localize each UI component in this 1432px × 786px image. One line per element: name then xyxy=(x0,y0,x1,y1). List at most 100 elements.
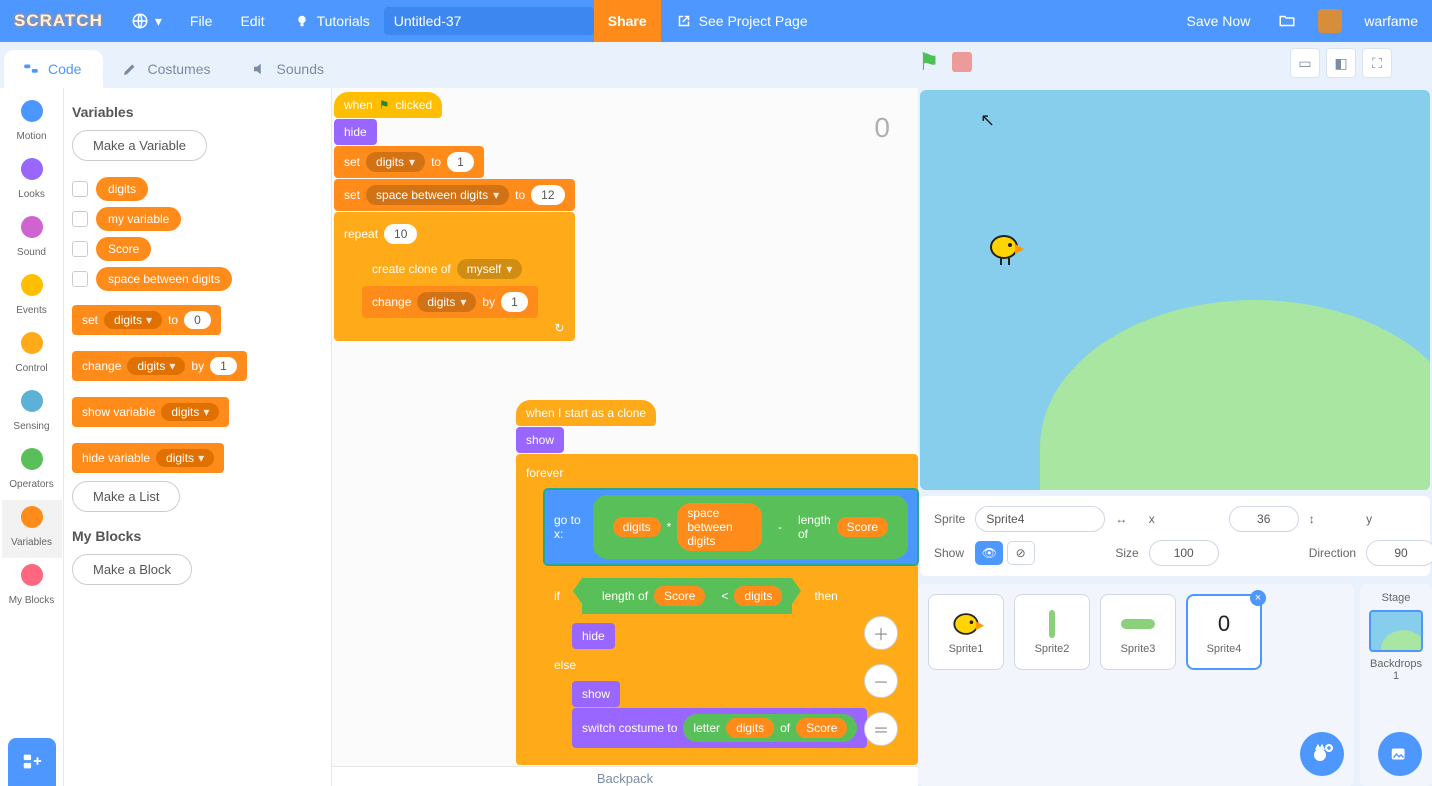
var-checkbox[interactable] xyxy=(72,181,88,197)
green-flag-icon[interactable]: ⚑ xyxy=(918,48,940,77)
var-reporter[interactable]: Score xyxy=(96,237,151,261)
op-subtract[interactable]: digits * space between digits - length o… xyxy=(593,495,908,559)
block-create-clone[interactable]: create clone ofmyself xyxy=(362,253,532,285)
var-checkbox[interactable] xyxy=(72,241,88,257)
block-hide-var[interactable]: hide variable digits xyxy=(72,443,224,473)
hide-button[interactable]: ⊘ xyxy=(1007,541,1035,565)
script-workspace[interactable]: 0 when ⚑ clicked hide setdigitsto1 setsp… xyxy=(332,88,918,786)
stop-icon[interactable] xyxy=(952,52,972,72)
file-menu[interactable]: File xyxy=(176,0,227,42)
stage[interactable]: ↖ xyxy=(920,90,1430,490)
cat-operators[interactable]: Operators xyxy=(2,442,62,500)
block-set-space[interactable]: setspace between digitsto12 xyxy=(334,179,575,211)
save-now[interactable]: Save Now xyxy=(1173,13,1265,29)
block-set-var[interactable]: set digits to 0 xyxy=(72,305,221,335)
image-plus-icon xyxy=(1389,743,1411,765)
sprite-card-4[interactable]: × 0 Sprite4 xyxy=(1186,594,1262,670)
zoom-in-button[interactable]: ＋ xyxy=(864,616,898,650)
stage-sprite-chick[interactable] xyxy=(990,235,1018,259)
external-icon xyxy=(675,12,693,30)
block-show[interactable]: show xyxy=(516,427,564,453)
cat-sensing[interactable]: Sensing xyxy=(2,384,62,442)
tab-sounds[interactable]: Sounds xyxy=(233,50,346,88)
block-if-else[interactable]: if length ofScore < digits then hide xyxy=(544,566,918,757)
share-button[interactable]: Share xyxy=(594,0,661,42)
cat-variables[interactable]: Variables xyxy=(2,500,62,558)
language-menu[interactable]: ▾ xyxy=(117,0,176,42)
palette-header-variables: Variables xyxy=(72,104,323,120)
var-reporter[interactable]: my variable xyxy=(96,207,181,231)
cat-control[interactable]: Control xyxy=(2,326,62,384)
block-hide[interactable]: hide xyxy=(334,119,377,145)
tab-code[interactable]: Code xyxy=(4,50,103,88)
backpack[interactable]: Backpack xyxy=(332,766,918,786)
make-variable-button[interactable]: Make a Variable xyxy=(72,130,207,161)
backdrop-thumb[interactable] xyxy=(1369,610,1423,652)
block-when-start-clone[interactable]: when I start as a clone xyxy=(516,400,656,426)
add-extension-button[interactable] xyxy=(8,738,56,786)
stage-full-button[interactable]: ⛶ xyxy=(1362,48,1392,78)
tab-costumes[interactable]: Costumes xyxy=(103,50,232,88)
make-block-button[interactable]: Make a Block xyxy=(72,554,192,585)
sprite-card-3[interactable]: Sprite3 xyxy=(1100,594,1176,670)
block-forever[interactable]: forever go to x: digits * space between … xyxy=(516,454,918,765)
block-hide2[interactable]: hide xyxy=(572,623,615,649)
zoom-reset-button[interactable]: ＝ xyxy=(864,712,898,746)
sprite-card-1[interactable]: Sprite1 xyxy=(928,594,1004,670)
script-2[interactable]: when I start as a clone show forever go … xyxy=(516,400,918,765)
var-row-score: Score xyxy=(72,237,323,261)
block-when-flag-clicked[interactable]: when ⚑ clicked xyxy=(334,92,442,118)
globe-icon xyxy=(131,12,149,30)
script-1[interactable]: when ⚑ clicked hide setdigitsto1 setspac… xyxy=(334,92,575,341)
user-avatar[interactable] xyxy=(1318,9,1342,33)
add-backdrop-button[interactable] xyxy=(1378,732,1422,776)
sprite-info: Sprite ↔ x ↕ y Show 👁 ⊘ Size Direction xyxy=(920,496,1430,576)
project-title-input[interactable] xyxy=(384,7,594,35)
stage-large-button[interactable]: ◧ xyxy=(1326,48,1356,78)
make-list-button[interactable]: Make a List xyxy=(72,481,180,512)
var-reporter[interactable]: digits xyxy=(96,177,148,201)
scratch-logo[interactable]: SCRATCH xyxy=(14,11,103,31)
var-checkbox[interactable] xyxy=(72,271,88,287)
cat-sound[interactable]: Sound xyxy=(2,210,62,268)
op-multiply[interactable]: digits * space between digits xyxy=(603,499,772,555)
direction-input[interactable] xyxy=(1366,540,1432,566)
var-checkbox[interactable] xyxy=(72,211,88,227)
block-show-var[interactable]: show variable digits xyxy=(72,397,229,427)
op-less-than[interactable]: length ofScore < digits xyxy=(582,578,792,614)
cat-myblocks[interactable]: My Blocks xyxy=(2,558,62,616)
block-switch-costume[interactable]: switch costume to letter digits of Score xyxy=(572,708,867,748)
var-reporter[interactable]: space between digits xyxy=(96,267,232,291)
stage-size-controls: ▭ ◧ ⛶ xyxy=(1290,48,1392,78)
op-letter-of[interactable]: letter digits of Score xyxy=(683,714,857,742)
zoom-out-button[interactable]: － xyxy=(864,664,898,698)
block-goto-x[interactable]: go to x: digits * space between digits -… xyxy=(544,489,918,565)
see-project-page[interactable]: See Project Page xyxy=(661,0,822,42)
menu-bar: SCRATCH ▾ File Edit Tutorials Share See … xyxy=(0,0,1432,42)
block-change-digits[interactable]: changedigitsby1 xyxy=(362,286,538,318)
cat-looks[interactable]: Looks xyxy=(2,152,62,210)
cat-events[interactable]: Events xyxy=(2,268,62,326)
block-set-digits[interactable]: setdigitsto1 xyxy=(334,146,484,178)
tutorials-menu[interactable]: Tutorials xyxy=(279,0,384,42)
sprite-card-2[interactable]: Sprite2 xyxy=(1014,594,1090,670)
block-show2[interactable]: show xyxy=(572,681,620,707)
folder-icon xyxy=(1278,12,1296,30)
chevron-down-icon: ▾ xyxy=(155,13,162,30)
stage-small-button[interactable]: ▭ xyxy=(1290,48,1320,78)
my-stuff[interactable] xyxy=(1264,12,1310,30)
edit-menu[interactable]: Edit xyxy=(226,0,278,42)
block-repeat[interactable]: repeat10 create clone ofmyself changedig… xyxy=(334,212,575,341)
cursor-icon: ↖ xyxy=(980,110,995,131)
sprite-name-input[interactable] xyxy=(975,506,1105,532)
show-button[interactable]: 👁 xyxy=(975,541,1003,565)
account-menu[interactable]: warfame xyxy=(1350,13,1432,29)
add-sprite-button[interactable] xyxy=(1300,732,1344,776)
size-input[interactable] xyxy=(1149,540,1219,566)
cat-motion[interactable]: Motion xyxy=(2,94,62,152)
block-change-var[interactable]: change digits by 1 xyxy=(72,351,247,381)
op-length-of[interactable]: length ofScore xyxy=(788,509,898,545)
x-input[interactable] xyxy=(1229,506,1299,532)
delete-sprite-icon[interactable]: × xyxy=(1250,590,1266,606)
var-row-digits: digits xyxy=(72,177,323,201)
